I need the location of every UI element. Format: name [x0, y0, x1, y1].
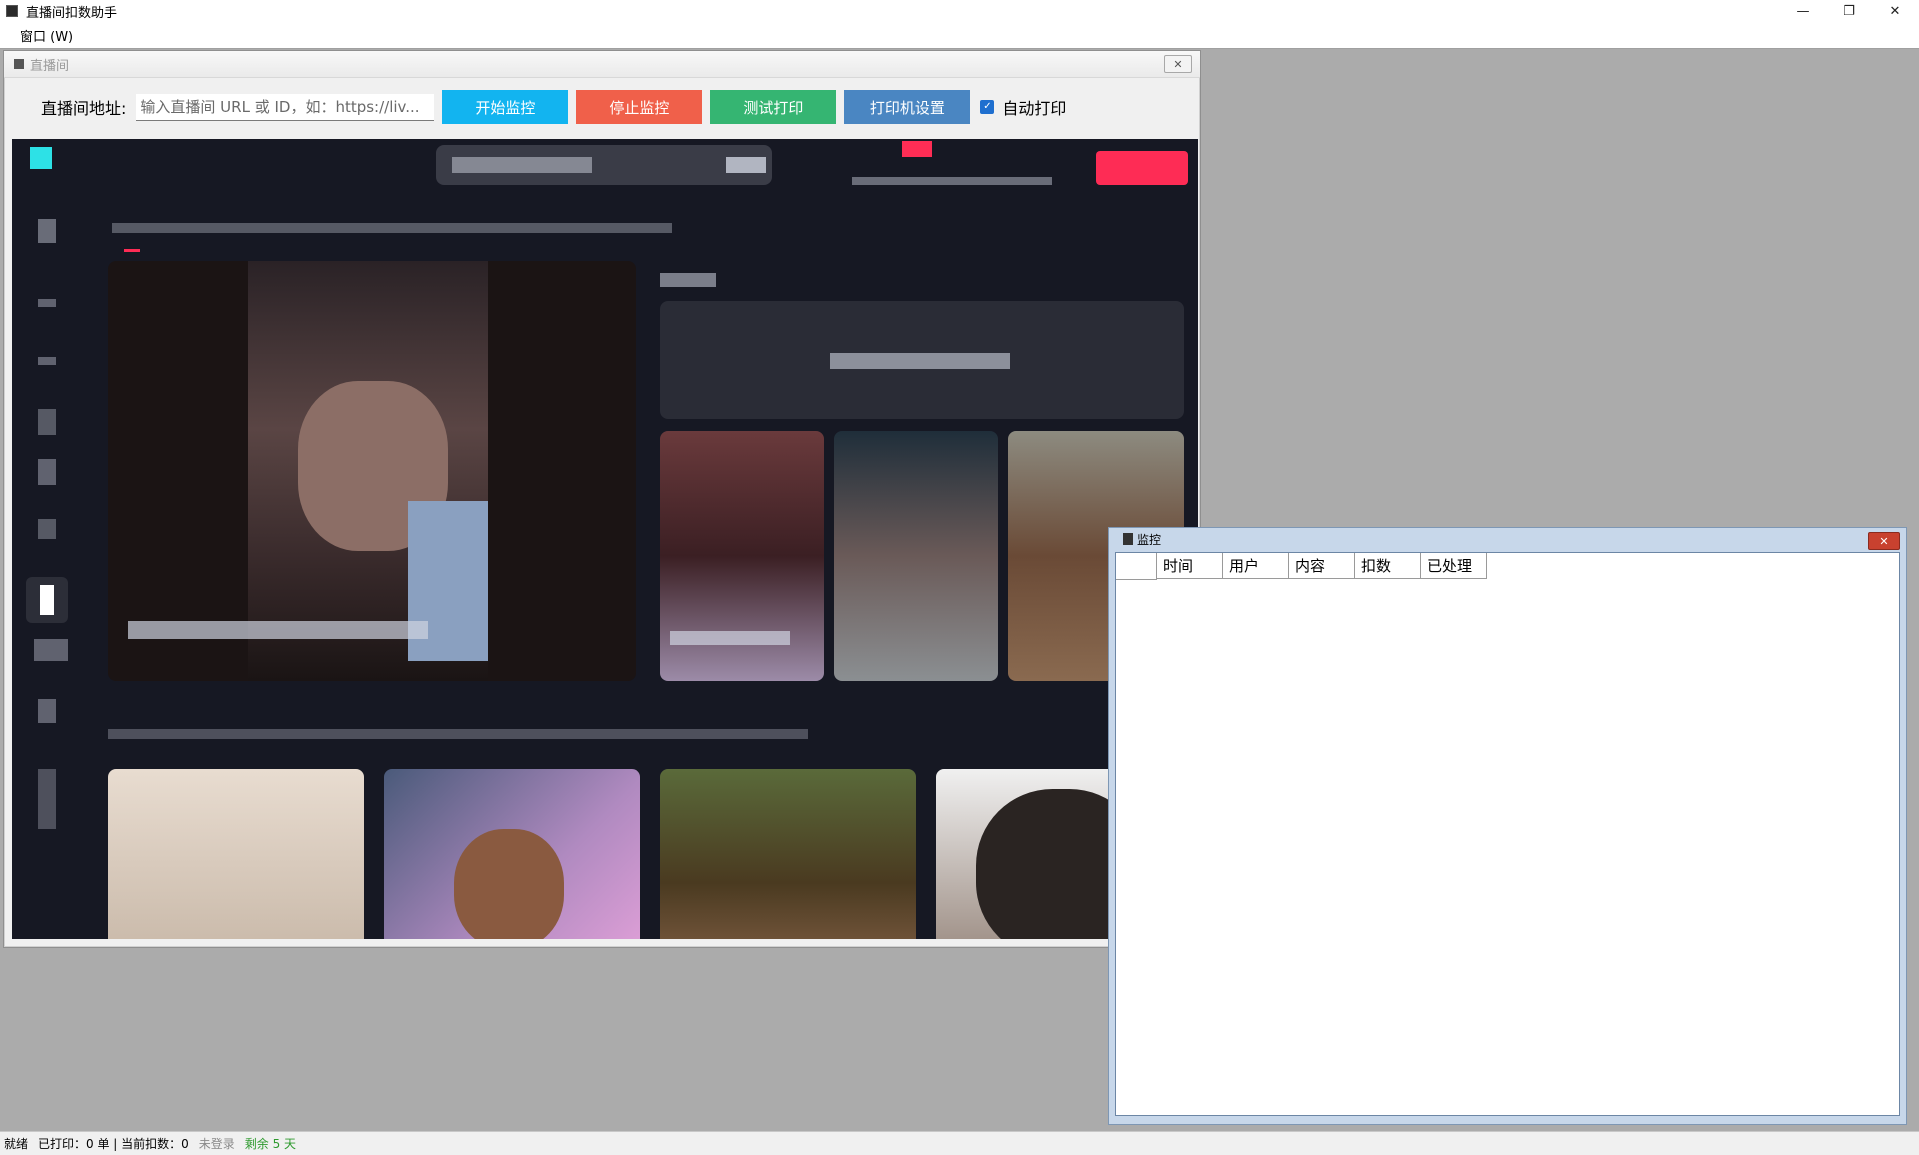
monitor-window-close-button[interactable]: ✕: [1868, 532, 1900, 550]
recommend-card[interactable]: [834, 431, 998, 681]
monitor-window-title: 监控: [1137, 532, 1162, 547]
column-header-content[interactable]: 内容: [1289, 553, 1355, 579]
column-header-user[interactable]: 用户: [1223, 553, 1289, 579]
column-header-time[interactable]: 时间: [1157, 553, 1223, 579]
start-monitor-button[interactable]: 开始监控: [442, 90, 569, 124]
monitor-window-icon: [1123, 533, 1133, 545]
stop-monitor-button[interactable]: 停止监控: [576, 90, 703, 124]
address-label: 直播间地址:: [41, 99, 127, 118]
status-bar: 就绪 已打印：0 单 | 当前扣数：0 未登录 剩余 5 天: [0, 1131, 1919, 1155]
live-toolbar: 直播间地址: 开始监控 停止监控 测试打印 打印机设置 ✓ 自动打印: [4, 77, 1200, 137]
close-icon: ✕: [1889, 3, 1901, 19]
close-button[interactable]: ✕: [1872, 0, 1918, 22]
monitor-window-titlebar[interactable]: 监控 ✕: [1109, 528, 1906, 550]
minimize-icon: —: [1796, 3, 1810, 19]
restore-button[interactable]: ❐: [1826, 0, 1872, 22]
address-input[interactable]: [136, 93, 435, 121]
minimize-button[interactable]: —: [1780, 0, 1826, 22]
close-icon: ✕: [1173, 57, 1183, 71]
monitor-window: 监控 ✕ 时间 用户 内容 扣数 已处理: [1108, 527, 1907, 1125]
main-live-player[interactable]: [108, 261, 636, 681]
grid-corner-cell[interactable]: [1116, 553, 1157, 580]
printer-settings-button[interactable]: 打印机设置: [844, 90, 971, 124]
app-root: 直播间扣数助手 — ❐ ✕ 窗口 (W) 直播间 ✕ 直播间地址: 开始监控 停…: [0, 0, 1919, 1155]
auto-print-toggle[interactable]: ✓ 自动打印: [980, 95, 1066, 119]
site-badge: [902, 141, 932, 157]
title-bar: 直播间扣数助手 — ❐ ✕: [0, 0, 1919, 22]
live-window: 直播间 ✕ 直播间地址: 开始监控 停止监控 测试打印 打印机设置 ✓ 自动打印: [3, 50, 1201, 948]
close-icon: ✕: [1879, 534, 1889, 548]
site-login-button[interactable]: [1096, 151, 1188, 185]
recommend-card[interactable]: [660, 769, 916, 939]
monitor-grid[interactable]: 时间 用户 内容 扣数 已处理: [1115, 552, 1900, 1116]
recommend-card[interactable]: [108, 769, 364, 939]
column-header-processed[interactable]: 已处理: [1421, 553, 1487, 579]
live-window-titlebar[interactable]: 直播间 ✕: [4, 51, 1200, 78]
status-ready: 就绪: [4, 1137, 29, 1151]
status-login: 未登录: [198, 1137, 235, 1151]
recommend-card[interactable]: [384, 769, 640, 939]
restore-icon: ❐: [1843, 3, 1855, 19]
site-logo: [30, 147, 52, 169]
live-window-title: 直播间: [30, 58, 70, 74]
status-printed: 已打印：0 单 | 当前扣数：0: [38, 1137, 189, 1151]
live-window-close-button[interactable]: ✕: [1164, 55, 1192, 73]
auto-print-label: 自动打印: [1002, 99, 1067, 118]
menu-bar: 窗口 (W): [0, 22, 1919, 49]
auto-print-checkbox[interactable]: ✓: [980, 100, 995, 114]
embedded-browser[interactable]: [12, 139, 1198, 939]
monitor-grid-header: 时间 用户 内容 扣数 已处理: [1116, 553, 1487, 580]
live-window-icon: [14, 59, 24, 69]
live-info-panel: [660, 301, 1184, 419]
recommend-card[interactable]: [660, 431, 824, 681]
app-icon: [6, 5, 18, 17]
status-remaining: 剩余 5 天: [244, 1137, 297, 1151]
window-title: 直播间扣数助手: [26, 5, 118, 21]
column-header-count[interactable]: 扣数: [1355, 553, 1421, 579]
test-print-button[interactable]: 测试打印: [710, 90, 837, 124]
menu-window[interactable]: 窗口 (W): [16, 24, 77, 47]
